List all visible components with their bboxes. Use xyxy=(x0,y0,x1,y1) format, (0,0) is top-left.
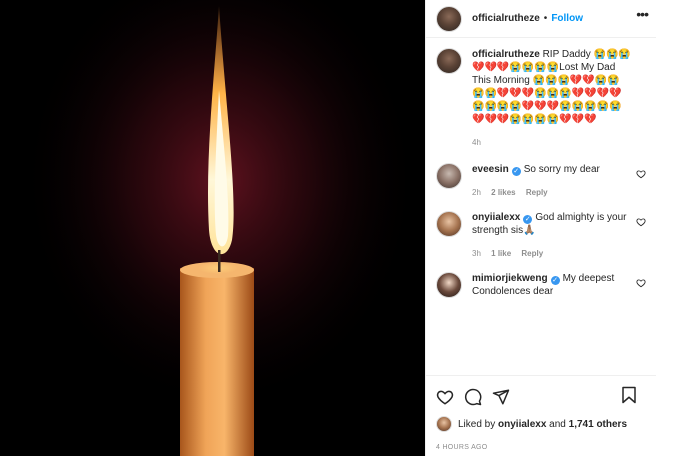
reply-button[interactable]: Reply xyxy=(526,188,548,197)
comment-body: onyiialexx ✓ God almighty is your strength… xyxy=(472,211,632,260)
candle-body xyxy=(180,268,254,456)
more-options-icon[interactable]: ••• xyxy=(636,7,649,21)
liked-by-avatar[interactable] xyxy=(436,416,452,432)
comment-meta: 2h 2 likes Reply xyxy=(472,186,632,199)
caption-author-avatar[interactable] xyxy=(436,48,462,74)
send-icon[interactable] xyxy=(492,388,510,406)
caption-username[interactable]: officialrutheze xyxy=(472,49,540,60)
candle-wick xyxy=(218,250,221,272)
comment-username[interactable]: onyiialexx xyxy=(472,212,520,223)
comment-body: mimiorjiekweng ✓ My deepest Condolences de… xyxy=(472,272,632,298)
verified-badge-icon: ✓ xyxy=(523,215,533,224)
author-avatar[interactable] xyxy=(436,5,462,32)
comment-avatar[interactable] xyxy=(436,163,462,189)
author-username[interactable]: officialrutheze xyxy=(472,13,540,24)
heart-icon[interactable] xyxy=(436,388,454,406)
comment-avatar[interactable] xyxy=(436,272,462,298)
page-margin xyxy=(656,0,686,456)
post-actions: Liked by onyiialexx and 1,741 others 4 H… xyxy=(426,375,657,455)
reply-button[interactable]: Reply xyxy=(521,249,543,258)
comment-username[interactable]: eveesin xyxy=(472,164,509,175)
comment-body: eveesin ✓ So sorry my dear 2h 2 likes Repl… xyxy=(472,163,632,199)
liked-user-link[interactable]: onyiialexx xyxy=(498,419,546,430)
caption-meta: 4h xyxy=(472,136,632,149)
liked-by-row: Liked by onyiialexx and 1,741 others xyxy=(436,416,647,432)
post-photo[interactable] xyxy=(0,0,425,456)
instagram-post-window: officialrutheze • Follow ••• officialrut… xyxy=(0,0,686,456)
comments-section: officialrutheze RIP Daddy 😭😭😭💔💔💔😭😭😭😭Lost… xyxy=(426,38,656,375)
comment-meta: 3h 1 like Reply xyxy=(472,247,632,260)
post-side-panel: officialrutheze • Follow ••• officialrut… xyxy=(425,0,657,456)
comment-likes[interactable]: 1 like xyxy=(491,249,511,258)
caption-text: RIP Daddy 😭😭😭💔💔💔😭😭😭😭Lost My Dad This Mor… xyxy=(472,49,631,125)
comment-item: mimiorjiekweng ✓ My deepest Condolences de… xyxy=(436,272,646,298)
liked-and: and xyxy=(549,418,566,430)
comment-like-heart-icon[interactable] xyxy=(636,278,646,288)
candle-image xyxy=(0,0,425,456)
comment-like-heart-icon[interactable] xyxy=(636,217,646,227)
liked-count-link[interactable]: 1,741 others xyxy=(569,419,627,430)
comment-likes[interactable]: 2 likes xyxy=(491,188,515,197)
comment-username[interactable]: mimiorjiekweng xyxy=(472,273,548,284)
follow-button[interactable]: Follow xyxy=(551,13,583,24)
comment-time[interactable]: 3h xyxy=(472,249,481,258)
caption-time[interactable]: 4h xyxy=(472,138,481,147)
liked-by-text: Liked by onyiialexx and 1,741 others xyxy=(458,419,627,430)
post-header: officialrutheze • Follow ••• xyxy=(426,0,656,38)
post-timestamp[interactable]: 4 HOURS AGO xyxy=(436,444,647,451)
caption-body: officialrutheze RIP Daddy 😭😭😭💔💔💔😭😭😭😭Lost… xyxy=(472,48,632,149)
comment-like-heart-icon[interactable] xyxy=(636,169,646,179)
comment-icon[interactable] xyxy=(464,388,482,406)
comment-time[interactable]: 2h xyxy=(472,188,481,197)
caption-comment: officialrutheze RIP Daddy 😭😭😭💔💔💔😭😭😭😭Lost… xyxy=(436,48,646,149)
comment-avatar[interactable] xyxy=(436,211,462,237)
comment-item: onyiialexx ✓ God almighty is your strength… xyxy=(436,211,646,260)
verified-badge-icon: ✓ xyxy=(550,276,560,285)
action-icons xyxy=(436,384,647,410)
liked-prefix: Liked by xyxy=(458,418,496,430)
header-separator: • xyxy=(543,13,548,24)
comment-item: eveesin ✓ So sorry my dear 2h 2 likes Repl… xyxy=(436,163,646,199)
verified-badge-icon: ✓ xyxy=(511,167,521,176)
comment-text: So sorry my dear xyxy=(523,164,600,175)
bookmark-icon[interactable] xyxy=(621,386,637,404)
